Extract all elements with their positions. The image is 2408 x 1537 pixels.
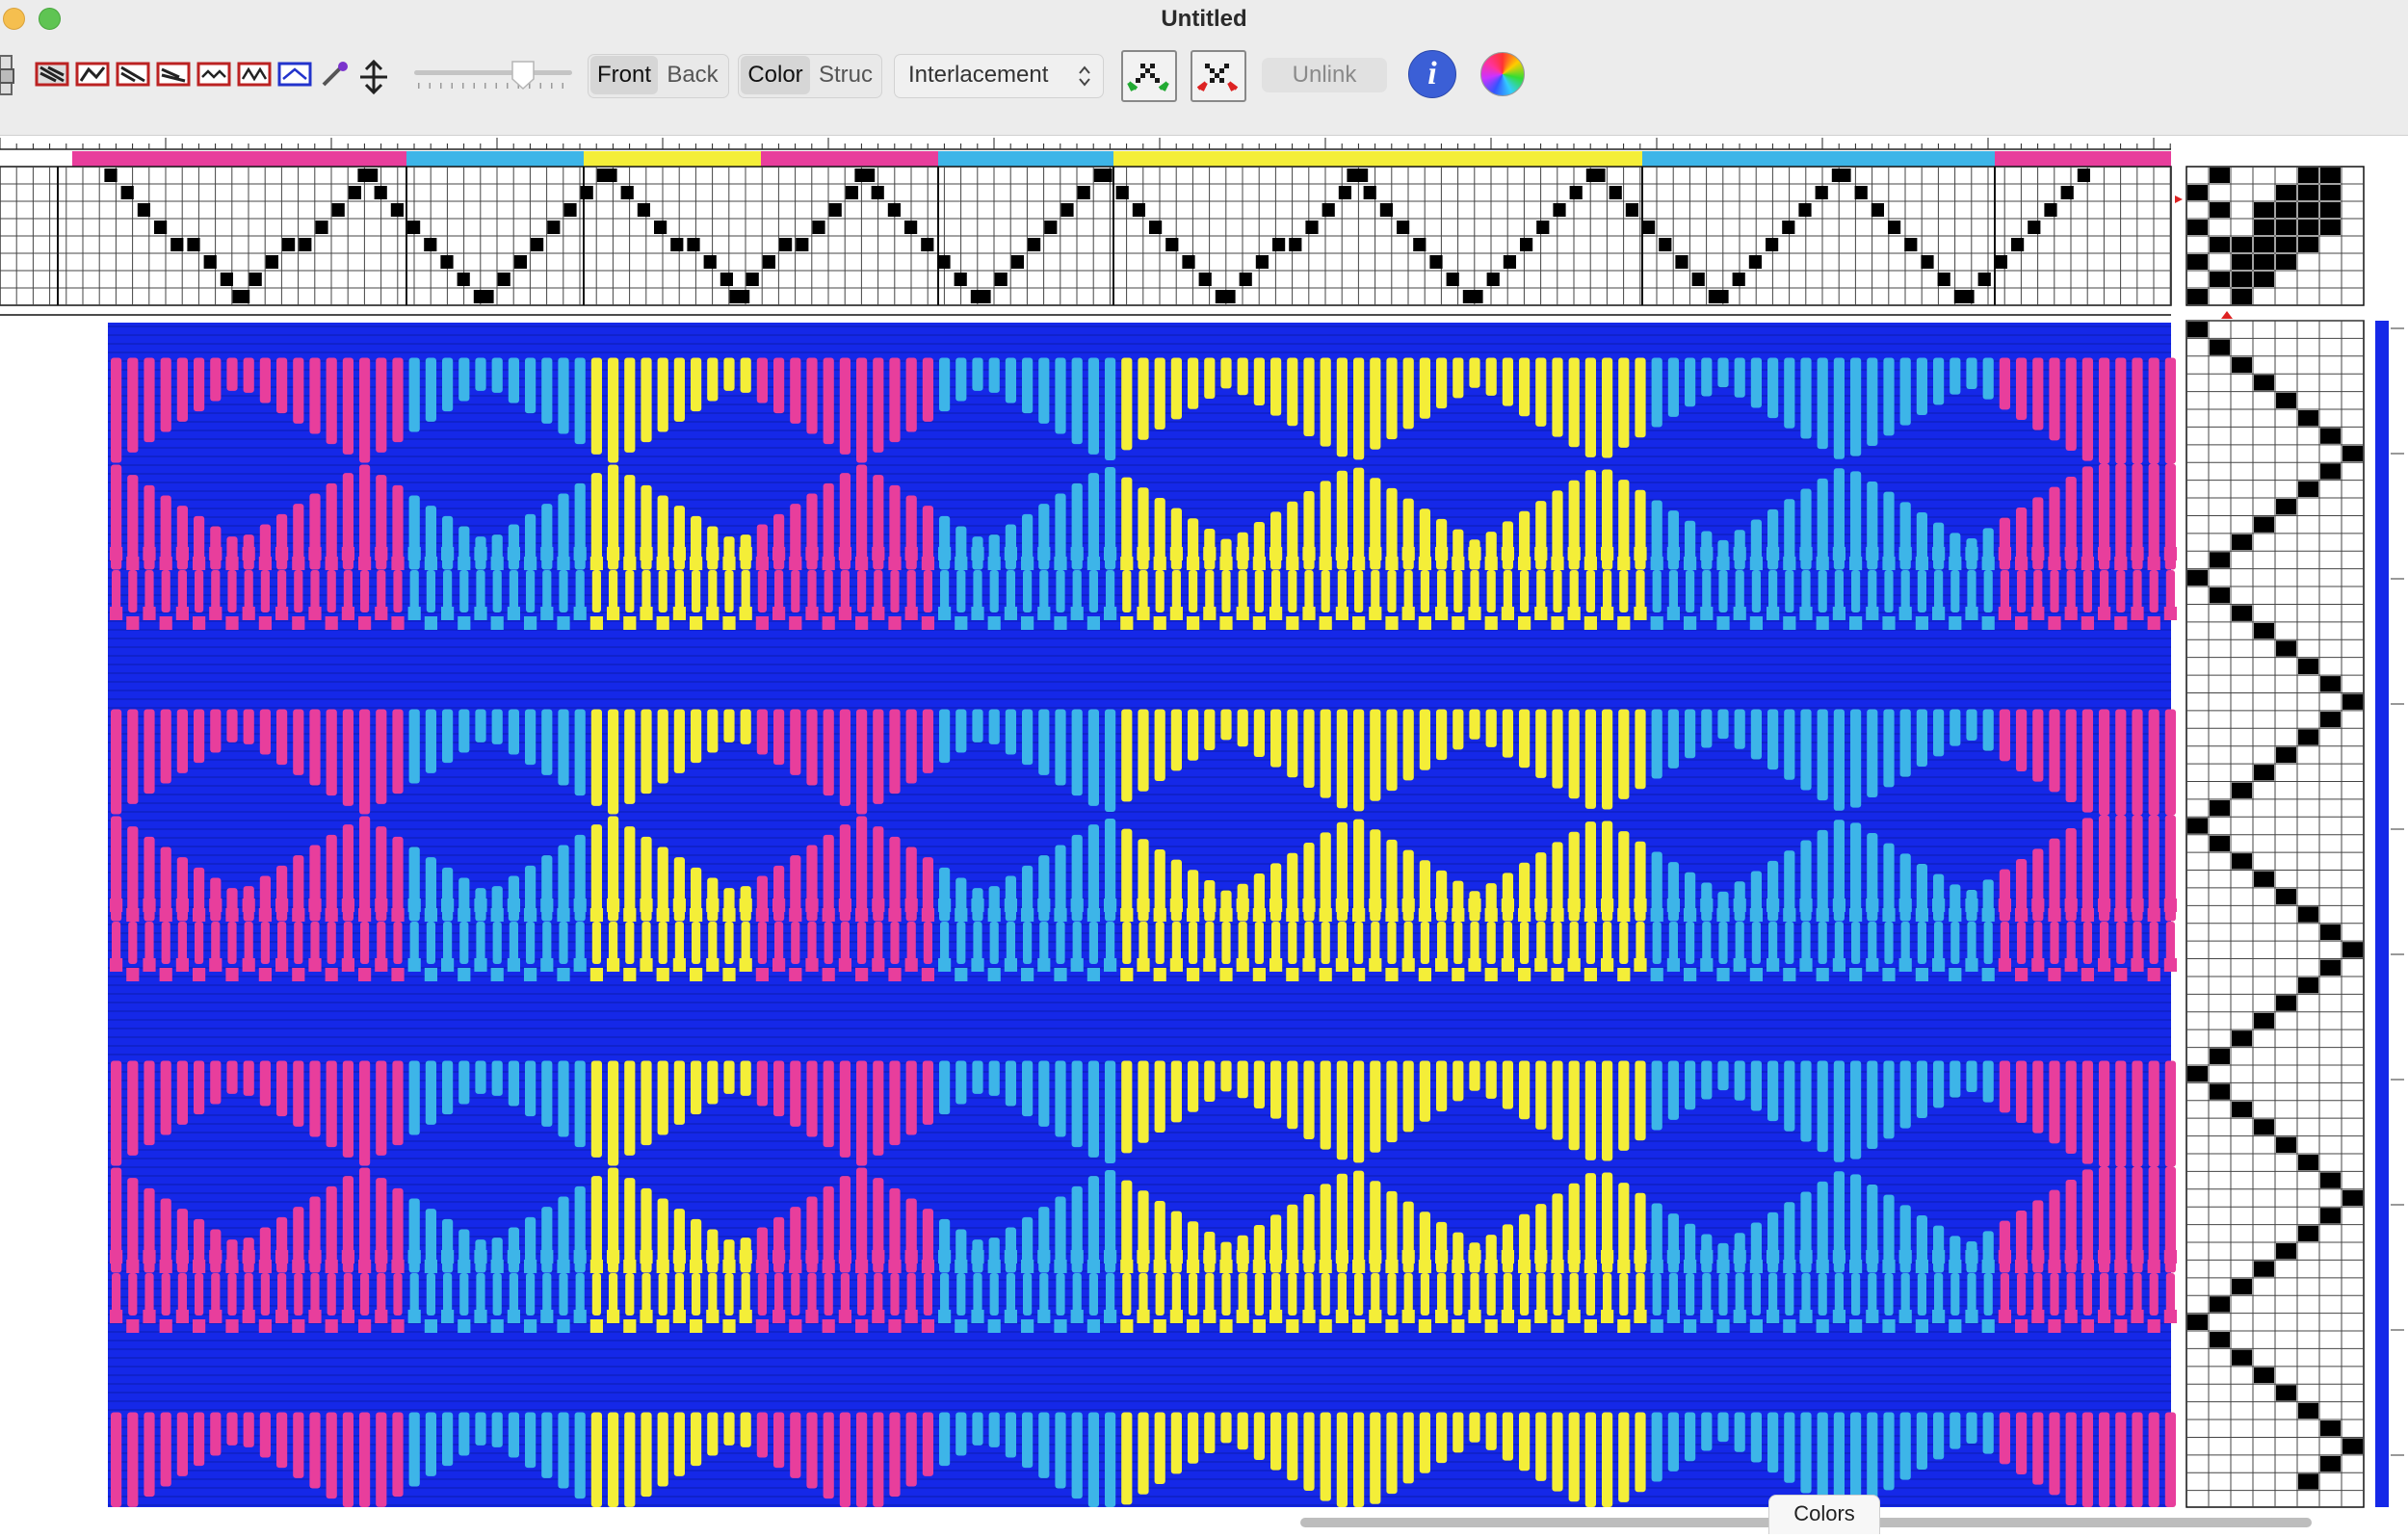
threading-grid[interactable]: [0, 166, 2172, 306]
colors-tab[interactable]: Colors: [1768, 1495, 1880, 1534]
pattern-tool-4-icon[interactable]: [156, 62, 191, 87]
minimize-icon[interactable]: [3, 8, 25, 30]
warp-color-bar[interactable]: [72, 151, 2171, 167]
info-icon[interactable]: i: [1408, 50, 1456, 98]
draw-tools-group: [35, 60, 387, 95]
window-title: Untitled: [1161, 6, 1247, 32]
view-mode-value: Interlacement: [908, 62, 1049, 88]
pattern-tool-3-icon[interactable]: [116, 62, 150, 87]
swap-green-icon: [1127, 64, 1169, 91]
slider-knob[interactable]: [511, 61, 535, 91]
color-button[interactable]: Color: [741, 56, 810, 94]
tieup-grid[interactable]: [2186, 166, 2365, 306]
color-picker-icon[interactable]: [322, 62, 348, 87]
front-button[interactable]: Front: [590, 56, 658, 94]
struc-button[interactable]: Struc: [811, 56, 880, 94]
pattern-tool-7-icon[interactable]: [277, 62, 312, 87]
swap-red-button[interactable]: [1191, 50, 1246, 102]
toolbar: Front Back Color Struc Interlacement Unl…: [0, 39, 2408, 136]
back-button[interactable]: Back: [659, 56, 726, 94]
swap-green-button[interactable]: [1121, 50, 1177, 102]
drawdown-cloth[interactable]: [108, 323, 2177, 1507]
pattern-tool-6-icon[interactable]: [237, 62, 272, 87]
print-icon[interactable]: [0, 52, 15, 100]
title-bar: Untitled: [0, 0, 2408, 39]
chevron-updown-icon: [1079, 65, 1090, 87]
pattern-tool-2-icon[interactable]: [75, 62, 110, 87]
zoom-slider[interactable]: [412, 58, 576, 106]
zoom-icon[interactable]: [39, 8, 61, 30]
treadling-grid[interactable]: [2186, 320, 2365, 1508]
color-wheel-icon[interactable]: [1480, 52, 1525, 96]
swap-red-icon: [1196, 64, 1239, 91]
pattern-tool-5-icon[interactable]: [196, 62, 231, 87]
unlink-button[interactable]: Unlink: [1262, 58, 1387, 92]
warp-ruler: [0, 138, 2171, 150]
view-mode-dropdown[interactable]: Interlacement: [894, 54, 1104, 98]
weaving-draft-canvas: [0, 138, 2404, 1508]
pattern-tool-1-icon[interactable]: [35, 62, 69, 87]
weft-color-bar[interactable]: [2375, 321, 2404, 1507]
flip-icon[interactable]: [360, 60, 387, 95]
